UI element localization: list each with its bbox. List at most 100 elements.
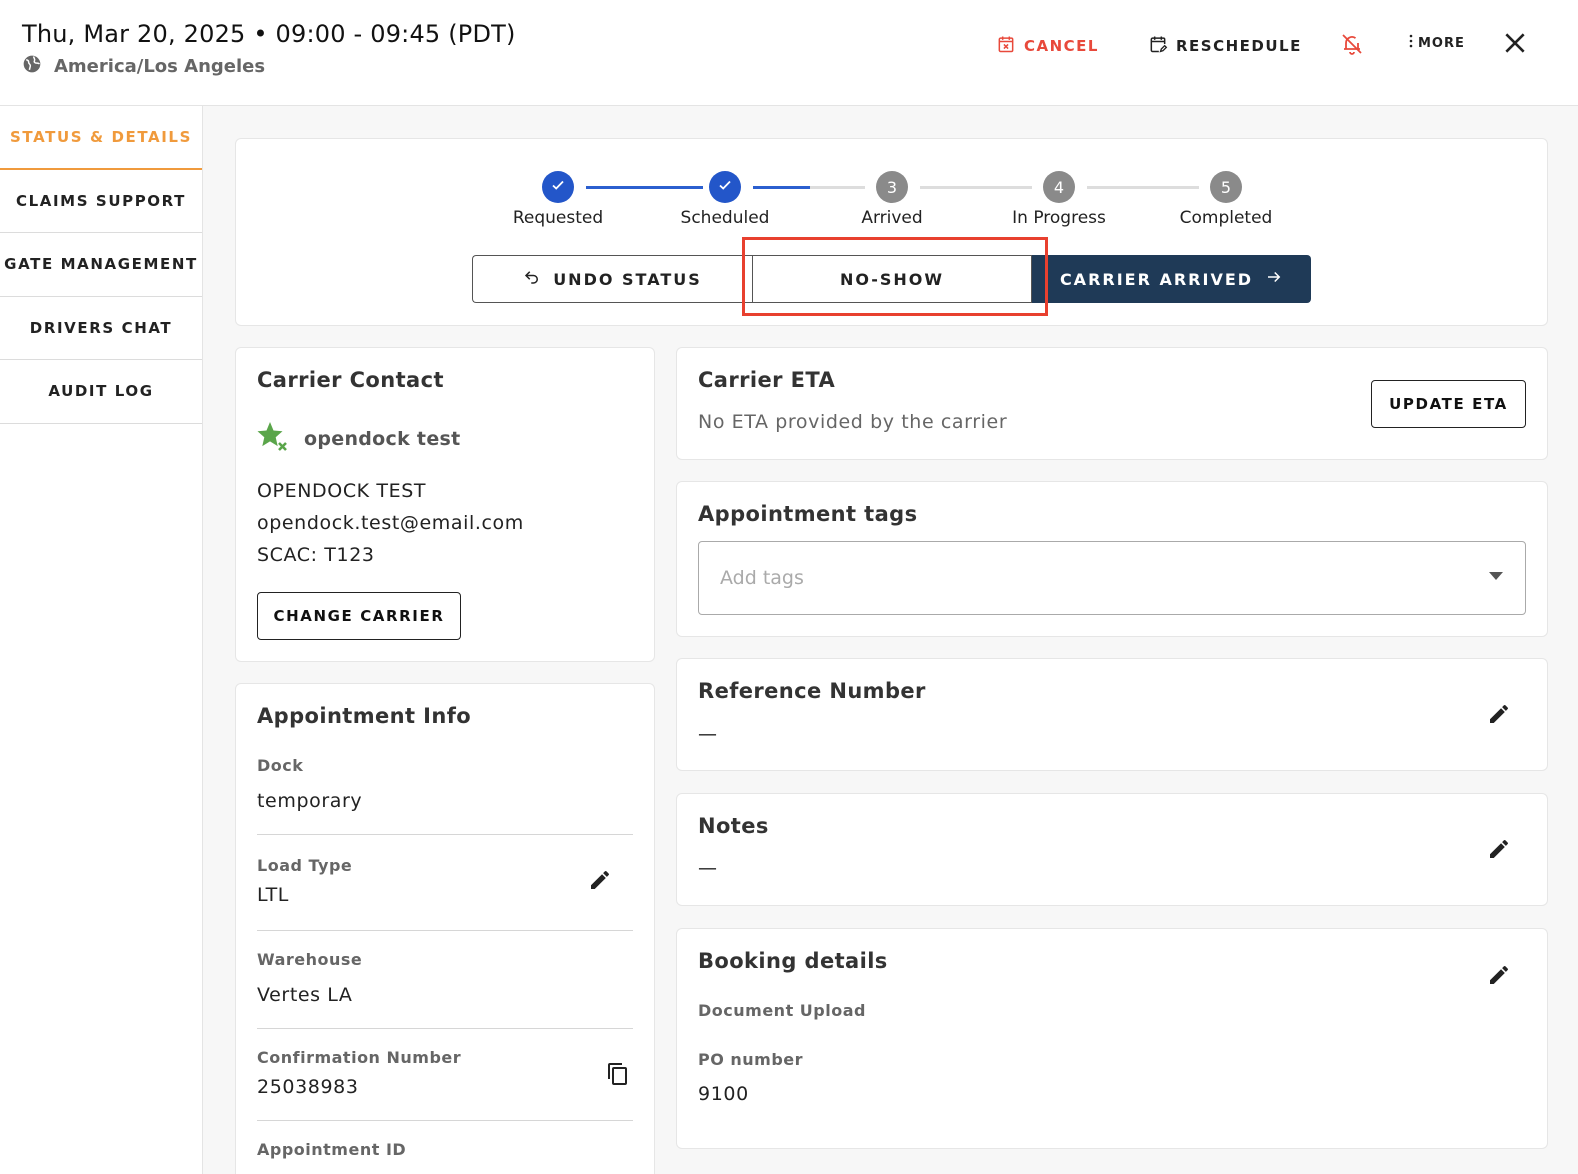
caret-down-icon[interactable]: [1489, 572, 1503, 580]
reference-number-value: —: [698, 723, 718, 745]
step-completed-label: Completed: [1179, 208, 1273, 228]
arrow-right-icon: [1265, 268, 1283, 290]
more-vert-icon: [1408, 34, 1414, 52]
step-in-progress-indicator: 4: [1043, 171, 1075, 203]
main-content: Requested Scheduled 3 Arrived 4 In Progr…: [203, 106, 1578, 1174]
load-type-label: Load Type: [257, 856, 353, 875]
globe-icon: [22, 54, 42, 79]
confirmation-number-value: 25038983: [257, 1076, 359, 1098]
pencil-icon: [588, 868, 612, 896]
calendar-edit-icon: [1148, 34, 1168, 58]
step-requested-indicator: [542, 171, 574, 203]
step-scheduled-indicator: [709, 171, 741, 203]
pencil-icon: [1487, 963, 1511, 991]
step-arrived-label: Arrived: [861, 208, 923, 228]
booking-details-title: Booking details: [698, 949, 888, 973]
status-card: Requested Scheduled 3 Arrived 4 In Progr…: [235, 138, 1548, 326]
carrier-name: opendock test: [304, 428, 461, 450]
appointment-id-label: Appointment ID: [257, 1140, 407, 1159]
no-show-button[interactable]: NO-SHOW: [752, 255, 1032, 303]
po-number-value: 9100: [698, 1083, 749, 1105]
appointment-info-card: Appointment Info Dock temporary Load Typ…: [235, 683, 655, 1174]
cancel-label: CANCEL: [1024, 37, 1099, 55]
sidebar-item-label: AUDIT LOG: [48, 382, 154, 401]
carrier-eta-card: Carrier ETA No ETA provided by the carri…: [676, 347, 1548, 460]
warehouse-label: Warehouse: [257, 950, 363, 969]
status-action-buttons: UNDO STATUS NO-SHOW CARRIER ARRIVED: [472, 255, 1311, 303]
reschedule-button[interactable]: RESCHEDULE: [1148, 34, 1302, 58]
tags-input[interactable]: Add tags: [698, 541, 1526, 615]
step-requested-label: Requested: [512, 208, 604, 228]
divider: [257, 1120, 633, 1121]
edit-booking-details-button[interactable]: [1487, 963, 1511, 991]
reference-number-card: Reference Number —: [676, 658, 1548, 771]
divider: [257, 1028, 633, 1029]
more-label: MORE: [1418, 35, 1465, 51]
step-arrived-indicator: 3: [876, 171, 908, 203]
dock-label: Dock: [257, 756, 304, 775]
undo-icon: [523, 268, 541, 290]
step-connector-progress: [753, 186, 810, 189]
appointment-tags-card: Appointment tags Add tags: [676, 481, 1548, 637]
pencil-icon: [1487, 702, 1511, 730]
appointment-datetime: Thu, Mar 20, 2025 • 09:00 - 09:45 (PDT): [22, 20, 516, 48]
sidebar-item-drivers-chat[interactable]: DRIVERS CHAT: [0, 297, 202, 360]
dock-value: temporary: [257, 790, 363, 812]
step-in-progress-label: In Progress: [1012, 208, 1106, 228]
check-icon: [550, 177, 566, 197]
divider: [257, 930, 633, 931]
update-eta-label: UPDATE ETA: [1389, 395, 1508, 413]
undo-status-button[interactable]: UNDO STATUS: [472, 255, 752, 303]
sidebar-item-status-details[interactable]: STATUS & DETAILS: [0, 106, 202, 170]
sidebar-item-gate-management[interactable]: GATE MANAGEMENT: [0, 233, 202, 297]
copy-icon: [606, 1062, 630, 1090]
sidebar-item-claims-support[interactable]: CLAIMS SUPPORT: [0, 170, 202, 233]
change-carrier-button[interactable]: CHANGE CARRIER: [257, 592, 461, 640]
notifications-toggle[interactable]: [1340, 32, 1364, 60]
update-eta-button[interactable]: UPDATE ETA: [1371, 380, 1526, 428]
step-completed-indicator: 5: [1210, 171, 1242, 203]
carrier-name-row: opendock test: [256, 420, 461, 458]
reference-number-title: Reference Number: [698, 679, 926, 703]
no-show-label: NO-SHOW: [839, 269, 945, 289]
document-upload-label: Document Upload: [698, 1001, 866, 1020]
carrier-email: opendock.test@email.com: [257, 512, 524, 534]
carrier-eta-title: Carrier ETA: [698, 368, 836, 392]
carrier-eta-message: No ETA provided by the carrier: [698, 411, 1008, 433]
edit-reference-number-button[interactable]: [1487, 702, 1511, 730]
cancel-button[interactable]: CANCEL: [996, 34, 1099, 58]
more-button[interactable]: MORE: [1408, 34, 1465, 52]
close-icon: [1502, 30, 1528, 60]
sidebar-item-label: STATUS & DETAILS: [10, 127, 192, 146]
timezone-label: America/Los Angeles: [54, 56, 266, 77]
warehouse-value: Vertes LA: [257, 984, 353, 1006]
change-carrier-label: CHANGE CARRIER: [273, 607, 445, 625]
appointment-tags-title: Appointment tags: [698, 502, 918, 526]
sidebar-item-audit-log[interactable]: AUDIT LOG: [0, 360, 202, 424]
carrier-scac: SCAC: T123: [257, 544, 375, 566]
step-connector: [1087, 186, 1199, 189]
edit-load-type-button[interactable]: [588, 868, 612, 896]
edit-notes-button[interactable]: [1487, 837, 1511, 865]
pencil-icon: [1487, 837, 1511, 865]
sidebar: STATUS & DETAILS CLAIMS SUPPORT GATE MAN…: [0, 106, 203, 1174]
timezone-row: America/Los Angeles: [22, 54, 265, 79]
notes-card: Notes —: [676, 793, 1548, 906]
close-button[interactable]: [1502, 30, 1528, 60]
notes-value: —: [698, 857, 718, 879]
booking-details-card: Booking details Document Upload PO numbe…: [676, 928, 1548, 1149]
carrier-contact-card: Carrier Contact opendock test OPENDOCK T…: [235, 347, 655, 662]
carrier-company: OPENDOCK TEST: [257, 480, 427, 502]
carrier-arrived-button[interactable]: CARRIER ARRIVED: [1032, 255, 1311, 303]
divider: [257, 834, 633, 835]
po-number-label: PO number: [698, 1050, 804, 1069]
copy-confirmation-button[interactable]: [606, 1062, 630, 1090]
undo-status-label: UNDO STATUS: [553, 269, 702, 289]
step-connector: [586, 186, 703, 189]
reschedule-label: RESCHEDULE: [1176, 37, 1302, 55]
step-connector: [920, 186, 1032, 189]
check-icon: [717, 177, 733, 197]
confirmation-number-label: Confirmation Number: [257, 1048, 462, 1067]
step-scheduled-label: Scheduled: [680, 208, 770, 228]
carrier-contact-title: Carrier Contact: [257, 368, 444, 392]
